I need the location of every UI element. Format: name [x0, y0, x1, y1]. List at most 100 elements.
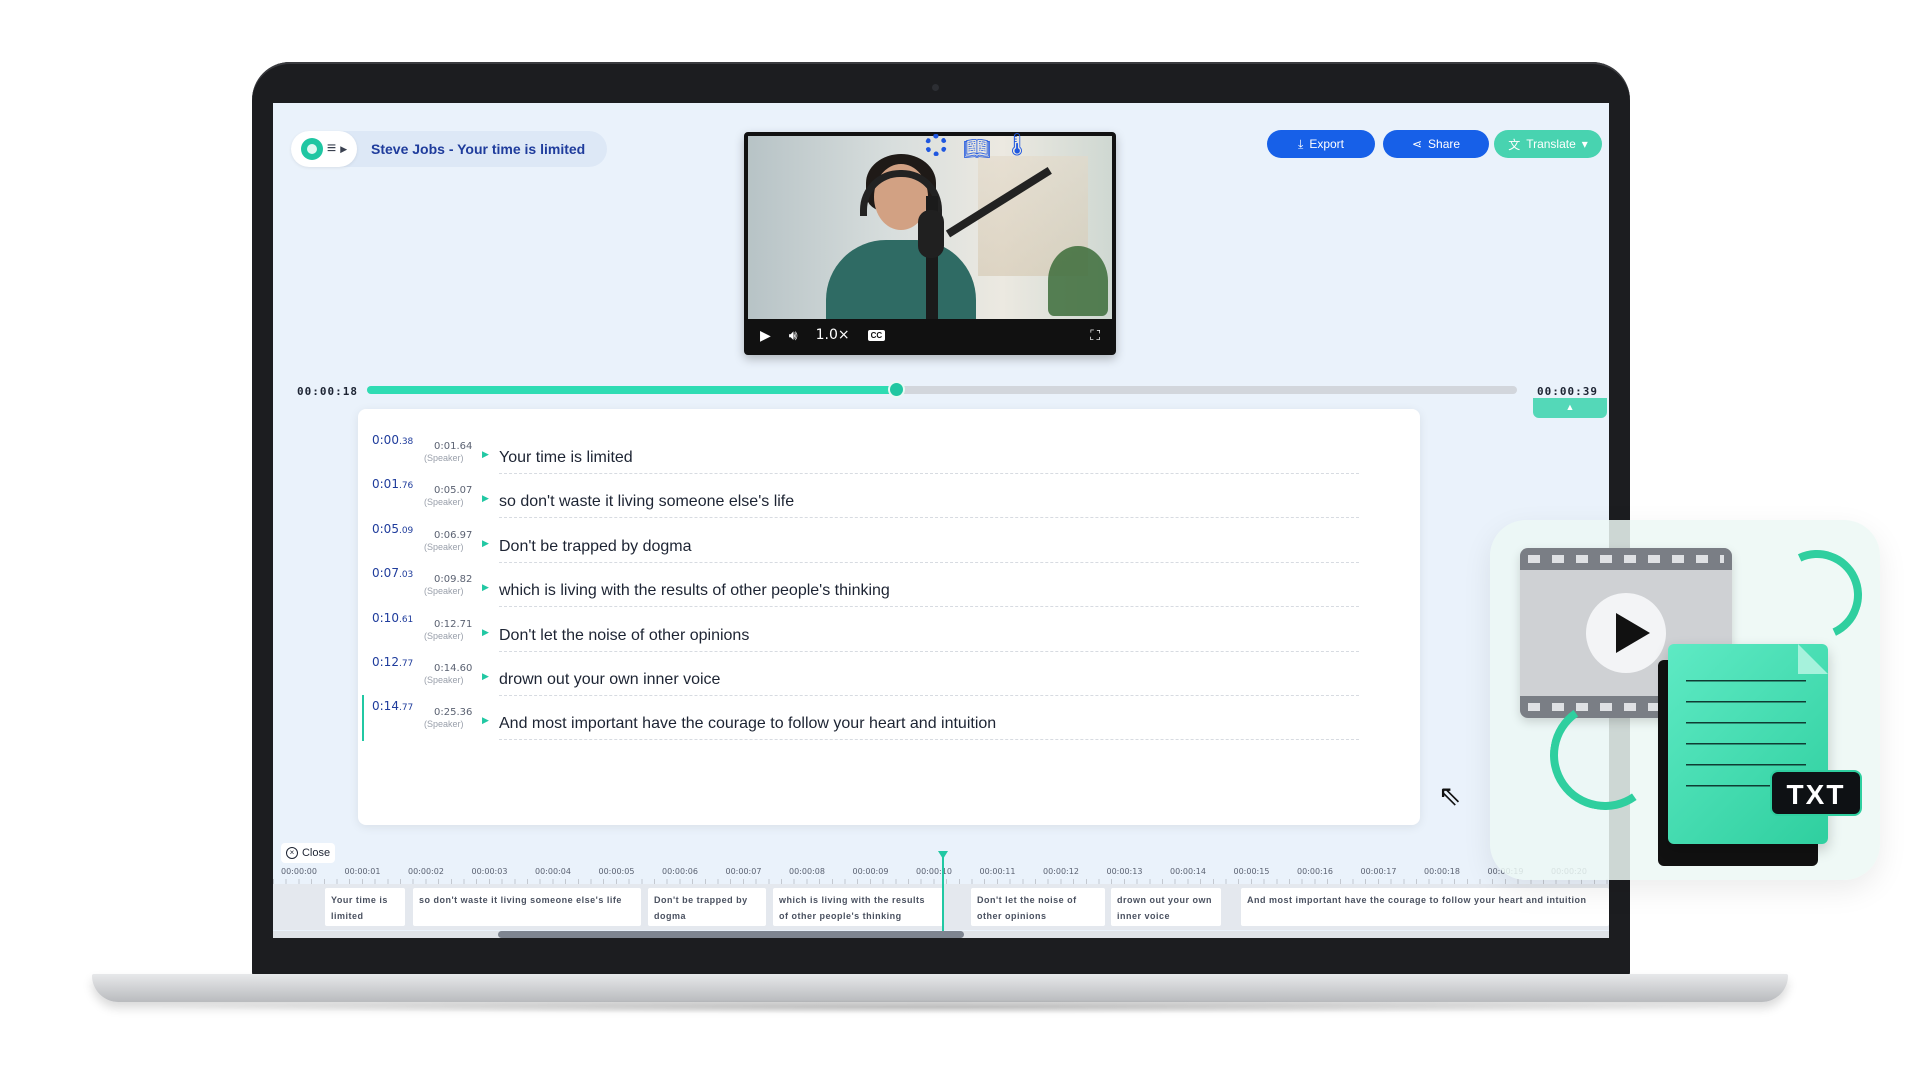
- play-segment-icon[interactable]: ▶: [482, 493, 489, 504]
- playhead[interactable]: [942, 855, 944, 935]
- video-person-body: [826, 240, 976, 320]
- video-player[interactable]: ▶ 🔊︎ 1.0× CC ⛶: [744, 132, 1116, 355]
- laptop-shadow: [140, 1000, 1740, 1014]
- start-time-fraction: .61: [398, 614, 414, 625]
- start-time-main: 0:00: [372, 433, 399, 447]
- caption-block[interactable]: Your time is limited: [325, 888, 405, 926]
- video-thumbnail: [748, 136, 1112, 320]
- caption-block[interactable]: so don't waste it living someone else's …: [413, 888, 641, 926]
- speaker-label[interactable]: (Speaker): [424, 586, 464, 596]
- segment-end-time[interactable]: 0:05.07: [434, 485, 472, 496]
- speaker-label[interactable]: (Speaker): [424, 719, 464, 729]
- play-segment-icon[interactable]: ▶: [482, 671, 489, 682]
- segment-end-time[interactable]: 0:09.82: [434, 574, 472, 585]
- ruler-tick-label: 00:00:06: [662, 867, 698, 876]
- segment-start-time[interactable]: 0:12.77: [372, 655, 413, 669]
- ruler-tick-label: 00:00:00: [281, 867, 317, 876]
- app-menu-button[interactable]: ≡ ▶: [291, 131, 357, 167]
- play-segment-icon[interactable]: ▶: [482, 582, 489, 593]
- speaker-label[interactable]: (Speaker): [424, 675, 464, 685]
- segment-text[interactable]: Your time is limited: [499, 449, 633, 467]
- segment-start-time[interactable]: 0:00.38: [372, 433, 413, 447]
- segment-start-time[interactable]: 0:01.76: [372, 477, 413, 491]
- caption-block[interactable]: And most important have the courage to f…: [1241, 888, 1609, 926]
- start-time-main: 0:01: [372, 477, 399, 492]
- volume-icon[interactable]: 🔊︎: [789, 327, 798, 344]
- speaker-label[interactable]: (Speaker): [424, 542, 464, 552]
- chevron-down-icon: ▾: [1581, 137, 1588, 151]
- share-icon: ⋖: [1411, 137, 1423, 151]
- caret-right-icon: ▶: [340, 143, 348, 154]
- play-segment-icon[interactable]: ▶: [482, 449, 489, 460]
- caption-block[interactable]: Don't be trapped by dogma: [648, 888, 766, 926]
- collapse-toggle[interactable]: ▲: [1533, 398, 1607, 418]
- film-strip: [1520, 548, 1732, 570]
- segment-text[interactable]: Don't be trapped by dogma: [499, 538, 692, 556]
- transcript-segment[interactable]: 0:14.77 0:25.36 (Speaker) ▶ And most importa…: [362, 695, 1382, 750]
- timeline-scrollbar[interactable]: [273, 931, 1609, 938]
- timeline-ruler[interactable]: 00:00:00 00:00:01 00:00:02 00:00:03 00:00:04…: [273, 867, 1609, 885]
- ruler-tick-label: 00:00:08: [789, 867, 825, 876]
- thermometer-icon[interactable]: 🌡︎: [1003, 132, 1031, 157]
- translate-label: Translate: [1526, 137, 1576, 151]
- caption-block[interactable]: which is living with the results of othe…: [773, 888, 943, 926]
- close-timeline-button[interactable]: × Close: [281, 843, 335, 863]
- play-segment-icon[interactable]: ▶: [482, 715, 489, 726]
- ruler-tick-label: 00:00:10: [916, 867, 952, 876]
- play-segment-icon[interactable]: ▶: [482, 538, 489, 549]
- cc-icon[interactable]: CC: [867, 329, 886, 341]
- current-time: 00:00:18: [297, 385, 358, 398]
- segment-end-time[interactable]: 0:14.60: [434, 663, 472, 674]
- segment-start-time[interactable]: 0:07.03: [372, 566, 413, 580]
- ruler-tick-label: 00:00:02: [408, 867, 444, 876]
- start-time-main: 0:07: [372, 566, 399, 581]
- progress-handle[interactable]: [890, 383, 903, 396]
- txt-badge: TXT: [1770, 770, 1862, 816]
- page-title: Steve Jobs - Your time is limited: [371, 141, 586, 157]
- segment-end-time[interactable]: 0:06.97: [434, 530, 472, 541]
- export-label: Export: [1309, 137, 1344, 151]
- total-time: 00:00:39: [1537, 385, 1598, 398]
- translate-button[interactable]: 文 Translate ▾: [1494, 130, 1602, 158]
- play-icon[interactable]: ▶: [760, 327, 771, 344]
- ruler-tick-label: 00:00:09: [852, 867, 889, 876]
- start-time-main: 0:10: [372, 610, 399, 625]
- caption-track[interactable]: Your time is limited so don't waste it li…: [273, 884, 1609, 930]
- start-time-fraction: .77: [398, 703, 414, 714]
- speaker-label[interactable]: (Speaker): [424, 497, 464, 507]
- menu-icon: ≡: [326, 140, 337, 157]
- segment-end-time[interactable]: 0:25.36: [434, 707, 472, 718]
- ruler-tick-label: 00:00:16: [1297, 867, 1333, 876]
- export-button[interactable]: ⤓ Export: [1267, 130, 1375, 158]
- close-icon: ×: [285, 847, 298, 859]
- gear-icon[interactable]: [925, 134, 947, 156]
- segment-text[interactable]: Don't let the noise of other opinions: [499, 627, 749, 645]
- speaker-label[interactable]: (Speaker): [424, 631, 464, 641]
- segment-text[interactable]: which is living with the results of othe…: [499, 582, 890, 600]
- book-icon[interactable]: 📖︎: [963, 136, 991, 161]
- progress-bar[interactable]: [367, 383, 1517, 396]
- ruler-tick-label: 00:00:15: [1233, 867, 1270, 876]
- segment-start-time[interactable]: 0:10.61: [372, 611, 413, 625]
- caption-block[interactable]: Don't let the noise of other opinions: [971, 888, 1105, 926]
- caption-block[interactable]: drown out your own inner voice: [1111, 888, 1221, 926]
- segment-text[interactable]: And most important have the courage to f…: [499, 715, 996, 733]
- segment-end-time[interactable]: 0:12.71: [434, 619, 472, 630]
- segment-end-time[interactable]: 0:01.64: [434, 441, 472, 452]
- fullscreen-icon[interactable]: ⛶: [1090, 327, 1100, 344]
- start-time-main: 0:12: [372, 655, 399, 669]
- play-segment-icon[interactable]: ▶: [482, 627, 489, 638]
- segment-text[interactable]: drown out your own inner voice: [499, 671, 720, 689]
- playback-speed[interactable]: 1.0×: [816, 327, 850, 343]
- speaker-label[interactable]: (Speaker): [424, 453, 464, 463]
- ruler-tick-label: 00:00:03: [471, 867, 508, 876]
- start-time-fraction: .76: [398, 481, 414, 492]
- start-time-fraction: .77: [398, 659, 414, 669]
- scrollbar-thumb[interactable]: [498, 931, 964, 938]
- share-button[interactable]: ⋖ Share: [1383, 130, 1489, 158]
- start-time-fraction: .09: [398, 525, 414, 536]
- segment-text[interactable]: so don't waste it living someone else's …: [499, 493, 794, 511]
- video-plant: [1048, 246, 1108, 316]
- segment-start-time[interactable]: 0:05.09: [372, 522, 413, 536]
- segment-start-time[interactable]: 0:14.77: [372, 699, 413, 713]
